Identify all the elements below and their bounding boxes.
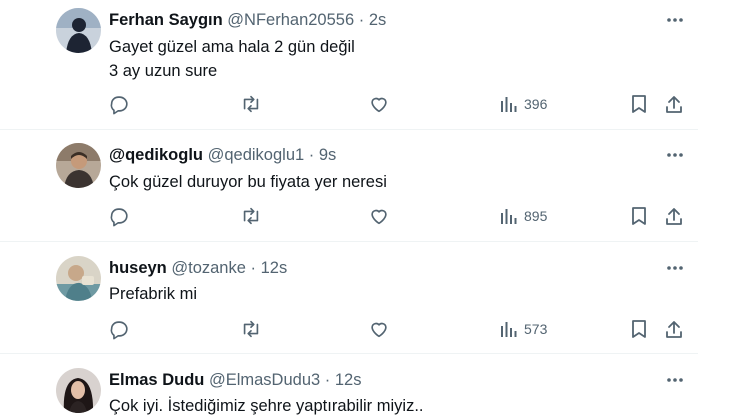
more-icon[interactable]	[664, 370, 686, 390]
tweet-text: Çok güzel duruyor bu fiyata yer neresi	[109, 173, 387, 191]
separator-dot: ·	[358, 11, 365, 29]
heart-icon	[371, 209, 387, 225]
heart-icon	[371, 97, 387, 113]
tweet-text: Gayet güzel ama hala 2 gün değil 3 ay uz…	[109, 38, 355, 80]
bookmark-button[interactable]	[629, 201, 649, 231]
tweet-actions: 396	[100, 89, 690, 119]
views-chart-icon	[501, 209, 517, 224]
views-button[interactable]: 573	[500, 314, 547, 344]
more-icon[interactable]	[664, 145, 686, 165]
tweet-time[interactable]: 9s	[319, 146, 336, 164]
views-button[interactable]: 895	[500, 201, 547, 231]
like-button[interactable]	[368, 314, 390, 344]
avatar[interactable]	[56, 8, 101, 53]
tweet-time[interactable]: 12s	[261, 259, 288, 277]
tweet-actions: 895	[100, 201, 690, 231]
reply-icon	[110, 321, 128, 340]
share-button[interactable]	[664, 89, 684, 119]
views-chart-icon	[501, 322, 517, 337]
tweet-header: @qedikoglu @qedikoglu1 · 9s	[109, 145, 336, 165]
heart-icon	[371, 322, 387, 338]
views-count: 396	[524, 96, 548, 112]
tweet[interactable]: Elmas Dudu @ElmasDudu3 · 12s Çok iyi. İs…	[0, 354, 698, 420]
separator-dot: ·	[324, 371, 331, 389]
views-count: 573	[524, 321, 548, 337]
author-name[interactable]: Ferhan Saygın	[109, 11, 223, 29]
author-name[interactable]: @qedikoglu	[109, 146, 203, 164]
views-chart-icon	[501, 97, 517, 112]
tweet-feed: Ferhan Saygın @NFerhan20556 · 2s Gayet g…	[0, 0, 730, 420]
author-name[interactable]: Elmas Dudu	[109, 371, 204, 389]
retweet-icon	[243, 95, 259, 113]
tweet[interactable]: huseyn @tozanke · 12s Prefabrik mi 573	[0, 242, 698, 354]
reply-button[interactable]	[108, 201, 130, 231]
views-count: 895	[524, 208, 548, 224]
retweet-button[interactable]	[240, 314, 262, 344]
reply-button[interactable]	[108, 314, 130, 344]
share-button[interactable]	[664, 314, 684, 344]
separator-dot: ·	[250, 259, 257, 277]
bookmark-icon	[632, 207, 646, 225]
share-icon	[666, 96, 682, 113]
more-icon[interactable]	[664, 10, 686, 30]
tweet-header: huseyn @tozanke · 12s	[109, 258, 287, 278]
retweet-button[interactable]	[240, 89, 262, 119]
share-button[interactable]	[664, 201, 684, 231]
share-icon	[666, 208, 682, 225]
author-name[interactable]: huseyn	[109, 259, 167, 277]
author-handle[interactable]: @NFerhan20556	[227, 11, 354, 29]
tweet-time[interactable]: 2s	[369, 11, 386, 29]
tweet-actions: 573	[100, 314, 690, 344]
tweet-header: Elmas Dudu @ElmasDudu3 · 12s	[109, 370, 361, 390]
tweet-text: Prefabrik mi	[109, 285, 198, 303]
more-icon[interactable]	[664, 258, 686, 278]
retweet-icon	[243, 320, 259, 338]
avatar[interactable]	[56, 143, 101, 188]
avatar[interactable]	[56, 368, 101, 413]
bookmark-icon	[632, 95, 646, 113]
bookmark-button[interactable]	[629, 314, 649, 344]
author-handle[interactable]: @qedikoglu1	[208, 146, 305, 164]
author-handle[interactable]: @tozanke	[171, 259, 246, 277]
reply-button[interactable]	[108, 89, 130, 119]
reply-icon	[110, 96, 128, 115]
share-icon	[666, 321, 682, 338]
author-handle[interactable]: @ElmasDudu3	[209, 371, 320, 389]
avatar[interactable]	[56, 256, 101, 301]
reply-icon	[110, 208, 128, 227]
tweet-time[interactable]: 12s	[335, 371, 362, 389]
like-button[interactable]	[368, 89, 390, 119]
like-button[interactable]	[368, 201, 390, 231]
tweet-text: Çok iyi. İstediğimiz şehre yaptırabilir …	[109, 397, 424, 415]
retweet-button[interactable]	[240, 201, 262, 231]
bookmark-icon	[632, 320, 646, 338]
retweet-icon	[243, 207, 259, 225]
tweet[interactable]: @qedikoglu @qedikoglu1 · 9s Çok güzel du…	[0, 130, 698, 242]
tweet-header: Ferhan Saygın @NFerhan20556 · 2s	[109, 10, 386, 30]
tweet[interactable]: Ferhan Saygın @NFerhan20556 · 2s Gayet g…	[0, 0, 698, 130]
separator-dot: ·	[308, 146, 315, 164]
views-button[interactable]: 396	[500, 89, 547, 119]
bookmark-button[interactable]	[629, 89, 649, 119]
